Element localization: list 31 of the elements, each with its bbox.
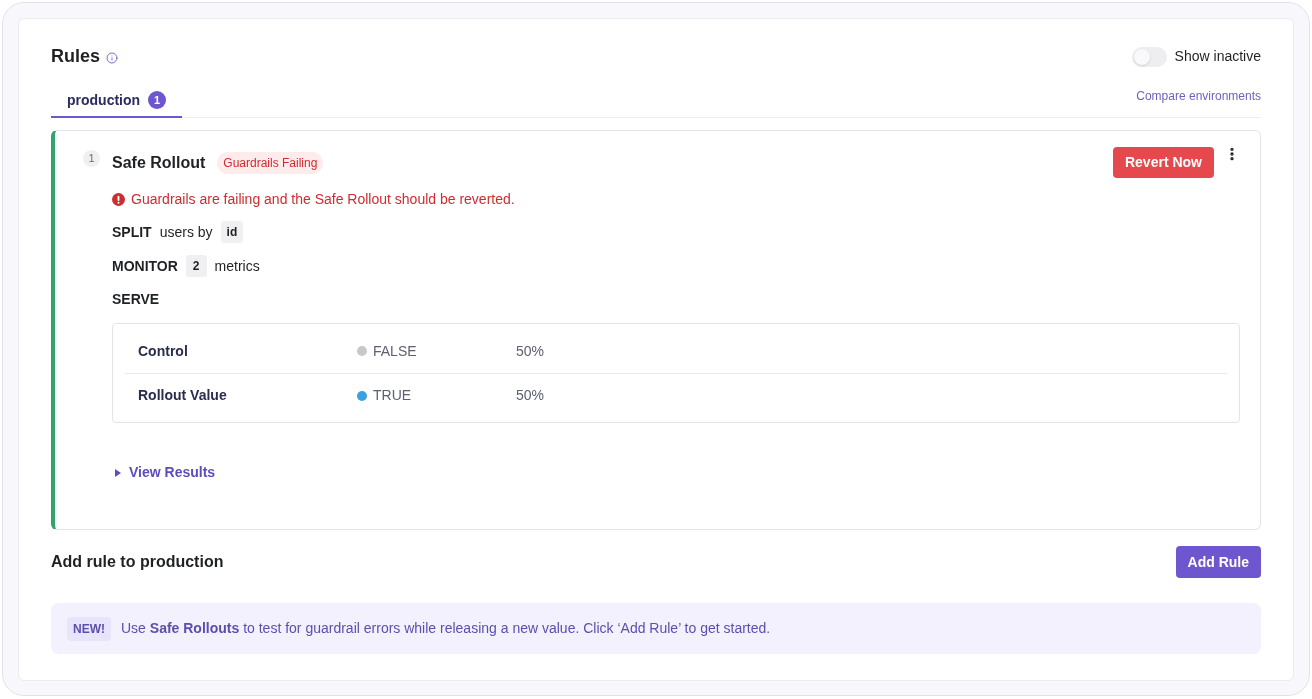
show-inactive-label: Show inactive <box>1174 47 1261 66</box>
alert-icon <box>112 193 125 206</box>
new-badge: NEW! <box>67 616 111 641</box>
add-rule-heading: Add rule to production <box>51 552 224 572</box>
variation-name: Rollout Value <box>138 387 227 403</box>
variation-percent: 50% <box>516 386 545 405</box>
add-rule-button[interactable]: Add Rule <box>1175 546 1261 578</box>
view-results-toggle[interactable]: View Results <box>112 462 216 483</box>
rules-title: Rules <box>51 45 101 68</box>
revert-now-button[interactable]: Revert Now <box>1112 147 1214 178</box>
serve-keyword: SERVE <box>112 290 160 309</box>
rule-number: 1 <box>83 150 100 167</box>
count-badge: 1 <box>148 91 167 109</box>
variation-percent: 50% <box>516 341 545 361</box>
rule-title: Safe Rollout <box>112 153 206 173</box>
caret-icon <box>115 468 121 477</box>
status-badge: Guardrails Failing <box>217 152 324 174</box>
compare-environments-link[interactable]: Compare environments <box>1136 87 1261 105</box>
variation-value: FALSE <box>373 341 417 361</box>
alert-message: Guardrails are failing and the Safe Rollout should be reverted. <box>131 190 515 209</box>
monitor-text: metrics <box>214 256 260 276</box>
environment-tab[interactable]: production 1 <box>51 84 183 118</box>
info-icon[interactable] <box>106 51 119 64</box>
attribute-chip: id <box>220 221 244 243</box>
metric-count-chip: 2 <box>185 255 207 277</box>
banner-text: Use Safe Rollouts to test for guardrail errors while releasing a new value. Click ‘Add Rule’ to get started. <box>121 619 771 638</box>
split-keyword: SPLIT <box>112 222 152 242</box>
monitor-keyword: MONITOR <box>112 256 178 276</box>
variation-name: Control <box>138 342 188 359</box>
variation-value: TRUE <box>373 386 412 405</box>
split-text: users by <box>159 222 213 242</box>
